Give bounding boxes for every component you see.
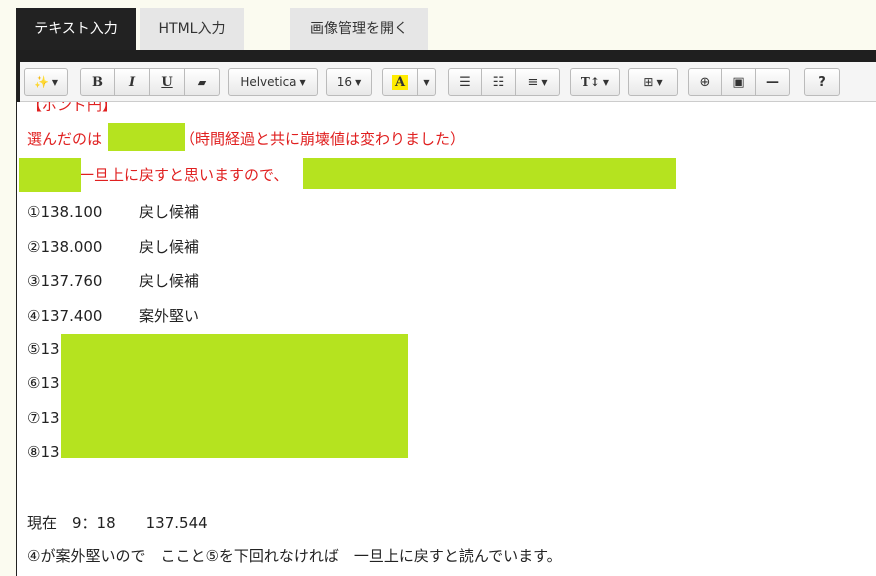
item-label: 戻し候補	[139, 272, 200, 290]
editor-toolbar: ✨ ▼ B I U ▰ Helvetica ▼ 16 ▼ A ▼ ☰ ☷ ≡ ▼…	[17, 50, 876, 102]
list-item: ⑤13	[27, 340, 60, 358]
item-value: ④137.400	[27, 307, 103, 325]
chosen-note: （時間経過と共に崩壊値は変わりました）	[180, 130, 466, 148]
editor-tabs: テキスト入力 HTML入力 画像管理を開く	[0, 0, 876, 50]
redaction-block	[303, 158, 676, 189]
font-name-select[interactable]: Helvetica ▼	[228, 68, 318, 96]
redaction-block	[61, 334, 408, 458]
title-line: 【ポンド円】	[27, 102, 118, 114]
magic-wand-button[interactable]: ✨ ▼	[24, 68, 68, 96]
current-price-line: 現在 9：18 137.544	[27, 514, 208, 532]
italic-button[interactable]: I	[115, 68, 150, 96]
insert-group: ⊕ ▣ —	[688, 68, 790, 96]
item-label: 案外堅い	[139, 307, 200, 325]
item-value: ②138.000	[27, 238, 103, 256]
table-button[interactable]: ⊞ ▼	[628, 68, 678, 96]
highlight-color-button[interactable]: A	[382, 68, 418, 96]
image-icon: ▣	[732, 74, 745, 90]
eraser-icon: ▰	[197, 75, 207, 89]
link-icon: ⊕	[699, 74, 711, 90]
unordered-list-button[interactable]: ☰	[448, 68, 482, 96]
chevron-down-icon: ▼	[656, 77, 663, 87]
bullet-list-icon: ☰	[459, 74, 471, 90]
toolbar-inner: ✨ ▼ B I U ▰ Helvetica ▼ 16 ▼ A ▼ ☰ ☷ ≡ ▼…	[20, 62, 876, 102]
chevron-down-icon: ▼	[602, 77, 610, 87]
list-item: ②138.000 戻し候補	[27, 236, 199, 257]
eraser-button[interactable]: ▰	[185, 68, 220, 96]
list-item: ③137.760 戻し候補	[27, 270, 199, 291]
list-item: ⑧13	[27, 443, 60, 461]
text-height-icon: T↕	[580, 75, 600, 89]
item-value: ①138.100	[27, 203, 103, 221]
item-value: ③137.760	[27, 272, 103, 290]
bold-button[interactable]: B	[80, 68, 115, 96]
color-dropdown-button[interactable]: ▼	[418, 68, 436, 96]
table-icon: ⊞	[643, 75, 654, 89]
color-group: A ▼	[382, 68, 436, 96]
redaction-block	[108, 123, 185, 151]
font-name-value: Helvetica	[240, 75, 297, 89]
return-text: 一旦上に戻すと思いますので、	[79, 166, 289, 184]
format-group: B I U ▰	[80, 68, 220, 96]
chevron-down-icon: ▼	[355, 77, 362, 87]
tab-text-input[interactable]: テキスト入力	[16, 8, 136, 50]
horizontal-rule-icon: —	[766, 74, 779, 90]
redaction-block	[19, 158, 81, 192]
magic-wand-icon: ✨	[33, 75, 49, 89]
chosen-label: 選んだのは	[27, 130, 103, 148]
editor-content[interactable]: 【ポンド円】 選んだのは （時間経過と共に崩壊値は変わりました） 一旦上に戻すと思…	[17, 102, 876, 576]
tab-html-input[interactable]: HTML入力	[140, 8, 244, 50]
align-button[interactable]: ≡ ▼	[516, 68, 560, 96]
font-size-select[interactable]: 16 ▼	[326, 68, 372, 96]
open-image-manager-button[interactable]: 画像管理を開く	[290, 8, 428, 50]
help-button[interactable]: ?	[804, 68, 840, 96]
chosen-line: 選んだのは （時間経過と共に崩壊値は変わりました）	[27, 128, 465, 149]
chevron-down-icon: ▼	[299, 77, 306, 87]
summary-line: ④が案外堅いので ここと⑤を下回れなければ 一旦上に戻すと読んでいます。	[27, 547, 562, 565]
chevron-down-icon: ▼	[51, 77, 59, 87]
ordered-list-button[interactable]: ☷	[482, 68, 516, 96]
list-item: ⑦13	[27, 409, 60, 427]
link-button[interactable]: ⊕	[688, 68, 722, 96]
rich-text-editor: ✨ ▼ B I U ▰ Helvetica ▼ 16 ▼ A ▼ ☰ ☷ ≡ ▼…	[16, 50, 876, 576]
numbered-list-icon: ☷	[492, 74, 505, 90]
horizontal-rule-button[interactable]: —	[756, 68, 790, 96]
align-icon: ≡	[527, 74, 539, 90]
chevron-down-icon: ▼	[423, 77, 430, 87]
underline-button[interactable]: U	[150, 68, 185, 96]
highlight-color-icon: A	[391, 74, 409, 90]
help-icon: ?	[818, 74, 826, 90]
chevron-down-icon: ▼	[541, 77, 548, 87]
image-button[interactable]: ▣	[722, 68, 756, 96]
list-item: ①138.100 戻し候補	[27, 201, 199, 222]
font-size-value: 16	[336, 75, 353, 89]
list-item: ④137.400 案外堅い	[27, 305, 199, 326]
list-group: ☰ ☷ ≡ ▼	[448, 68, 560, 96]
item-label: 戻し候補	[139, 238, 200, 256]
text-height-button[interactable]: T↕ ▼	[570, 68, 620, 96]
item-label: 戻し候補	[139, 203, 200, 221]
list-item: ⑥13	[27, 374, 60, 392]
